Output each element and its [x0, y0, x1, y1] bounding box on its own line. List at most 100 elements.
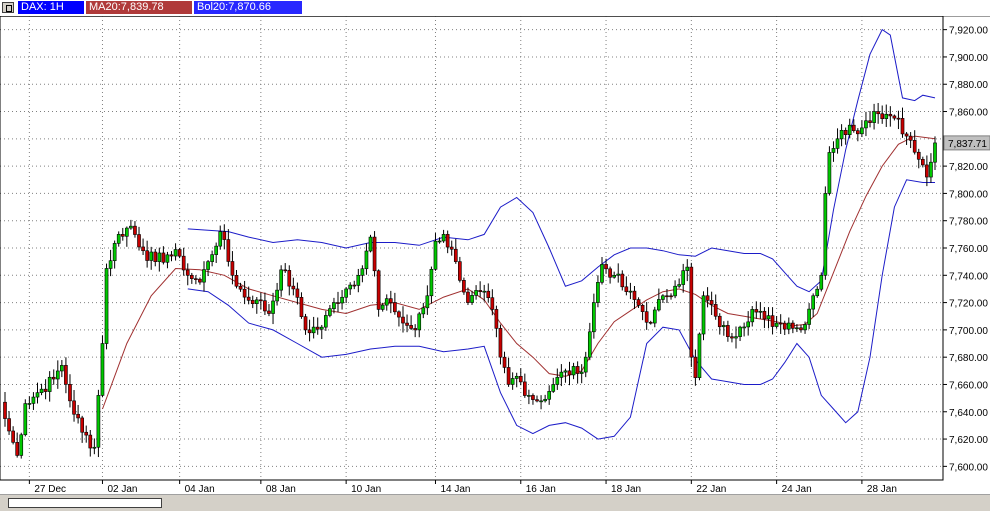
candle-body — [214, 245, 219, 255]
candle — [579, 364, 584, 384]
candle — [433, 233, 438, 271]
candle-body — [494, 309, 499, 329]
ma-indicator-label[interactable]: MA20:7,839.78 — [86, 1, 192, 14]
candle — [819, 272, 824, 292]
candle — [108, 249, 113, 277]
candle — [827, 146, 832, 196]
candle-body — [120, 234, 125, 237]
candle-body — [198, 278, 202, 283]
candle-body — [750, 309, 755, 323]
candle — [486, 283, 491, 303]
bollinger-indicator-label[interactable]: Bol20:7,870.66 — [194, 1, 302, 14]
candle-body — [194, 278, 198, 280]
y-tick-label: 7,700.00 — [949, 326, 988, 337]
candle — [279, 265, 283, 297]
candle-body — [592, 302, 596, 333]
candle — [925, 155, 929, 187]
candle-body — [185, 269, 190, 276]
candle-body — [271, 300, 275, 314]
candle-body — [376, 270, 381, 310]
symbol-label[interactable]: DAX: 1H — [18, 1, 84, 14]
candle-body — [681, 270, 686, 285]
candle — [807, 303, 811, 330]
chart-menu-icon[interactable] — [2, 2, 14, 13]
candle — [896, 110, 901, 130]
candle-body — [583, 356, 588, 373]
candle — [514, 372, 519, 388]
candle — [587, 322, 592, 361]
candle-body — [803, 324, 807, 331]
candle — [831, 141, 836, 162]
candle-body — [795, 327, 799, 330]
candle — [539, 395, 543, 410]
candle — [502, 351, 507, 374]
candle-body — [226, 239, 231, 262]
candle-body — [904, 133, 909, 137]
candle-body — [364, 250, 369, 270]
candle-body — [657, 299, 661, 311]
candle — [685, 259, 690, 282]
candle — [677, 278, 681, 288]
candle-body — [555, 377, 560, 385]
candle-body — [652, 309, 657, 324]
candle — [843, 127, 848, 145]
candle-body — [466, 291, 470, 303]
candle-body — [108, 260, 113, 269]
candle-body — [299, 297, 304, 317]
price-chart[interactable]: 7,600.00 7,620.00 7,640.00 7,660.00 7,680.00… — [0, 16, 990, 494]
candle — [880, 105, 885, 124]
candle-body — [900, 118, 905, 135]
candle — [872, 103, 876, 130]
scrollbar-thumb[interactable] — [8, 498, 162, 508]
candle-body — [141, 246, 145, 252]
candle — [612, 271, 616, 279]
candle-body — [27, 403, 32, 405]
candle-body — [920, 158, 925, 166]
candle — [543, 394, 547, 403]
candle-body — [222, 231, 227, 240]
candle-body — [380, 304, 385, 310]
candle — [742, 322, 746, 337]
candle-body — [348, 284, 353, 290]
candle — [604, 258, 608, 274]
candle — [815, 286, 820, 298]
candle-body — [234, 274, 239, 287]
candle — [104, 263, 109, 350]
candle-body — [401, 316, 405, 324]
candle — [283, 263, 288, 273]
candle-body — [125, 227, 129, 237]
candle-body — [709, 300, 714, 305]
candle — [141, 238, 145, 256]
candle — [324, 310, 328, 331]
candle — [92, 438, 97, 455]
candle — [868, 111, 872, 128]
candle-body — [352, 284, 357, 287]
candle — [697, 332, 702, 381]
candle — [648, 320, 653, 325]
candle-body — [137, 234, 141, 248]
candle — [600, 256, 604, 285]
candle — [929, 153, 933, 183]
candle — [47, 371, 52, 402]
candle — [746, 311, 751, 336]
candle — [888, 106, 893, 127]
candle-body — [888, 113, 893, 117]
candle — [311, 316, 316, 339]
candle — [782, 320, 787, 336]
candle-body — [181, 255, 186, 271]
candle — [19, 432, 24, 459]
y-tick-label: 7,660.00 — [949, 380, 988, 391]
candle-body — [250, 300, 255, 304]
candle — [360, 265, 365, 283]
candle-body — [129, 225, 133, 229]
candle — [933, 136, 937, 171]
candle-body — [393, 302, 397, 313]
candle — [823, 186, 828, 280]
candle — [242, 280, 247, 305]
candle — [441, 229, 446, 243]
horizontal-scrollbar[interactable] — [0, 494, 990, 511]
candle-body — [770, 315, 775, 327]
x-tick-label: 08 Jan — [266, 484, 296, 494]
candle-body — [860, 127, 864, 135]
candle — [31, 392, 36, 410]
